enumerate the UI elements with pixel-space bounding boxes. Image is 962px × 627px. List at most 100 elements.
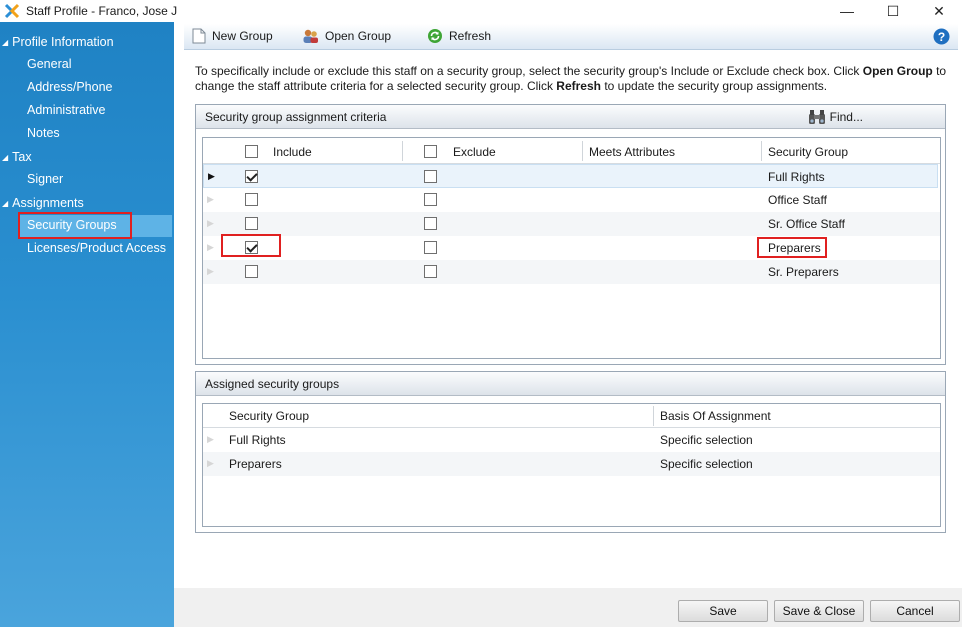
column-header-exclude[interactable]: Exclude: [453, 145, 496, 159]
refresh-label: Refresh: [449, 29, 492, 43]
app-logo-icon: [4, 3, 20, 19]
sidebar-item-address-phone[interactable]: Address/Phone: [27, 80, 112, 94]
cancel-button[interactable]: Cancel: [870, 600, 960, 622]
row-indicator-icon: ▶: [207, 434, 214, 444]
criteria-row[interactable]: ▶ Full Rights: [203, 164, 938, 188]
assigned-panel: Assigned security groups Security Group …: [195, 371, 946, 533]
instructions-part-1: To specifically include or exclude this …: [195, 64, 863, 78]
criteria-row[interactable]: ▶ Sr. Office Staff: [203, 212, 940, 236]
column-separator: [761, 141, 762, 161]
row-indicator-icon: ▶: [207, 242, 214, 252]
column-header-security-group[interactable]: Security Group: [768, 145, 848, 159]
close-icon: ✕: [933, 2, 945, 19]
row-indicator-icon: ▶: [207, 266, 214, 276]
exclude-checkbox[interactable]: [424, 217, 437, 230]
preparers-group-highlight-box: [757, 237, 827, 258]
assigned-group-cell: Full Rights: [229, 433, 286, 447]
open-group-button[interactable]: Open Group: [302, 28, 391, 44]
save-and-close-button[interactable]: Save & Close: [774, 600, 864, 622]
window-controls: — ☐ ✕: [824, 0, 962, 22]
assigned-grid-header: Security Group Basis Of Assignment: [203, 404, 940, 428]
footer: Save Save & Close Cancel: [174, 588, 962, 627]
sidebar-group-label: Assignments: [12, 196, 84, 210]
security-groups-highlight-box: [18, 212, 132, 239]
criteria-row[interactable]: ▶ Office Staff: [203, 188, 940, 212]
criteria-row[interactable]: ▶ Preparers: [203, 236, 940, 260]
sidebar-item-licenses-product-access[interactable]: Licenses/Product Access: [27, 241, 166, 255]
security-group-cell: Sr. Office Staff: [768, 217, 845, 231]
toolbar: New Group Open Group Refresh ?: [184, 24, 958, 50]
instructions-refresh: Refresh: [556, 79, 601, 93]
column-header-meets-attributes[interactable]: Meets Attributes: [589, 145, 675, 159]
column-separator: [402, 141, 403, 161]
new-group-label: New Group: [212, 29, 273, 43]
title-bar: Staff Profile - Franco, Jose J — ☐ ✕: [0, 0, 962, 22]
include-all-checkbox[interactable]: [245, 145, 258, 158]
collapse-triangle-icon: ◢: [2, 152, 9, 162]
row-indicator-icon: ▶: [207, 194, 214, 204]
sidebar-group-profile-information[interactable]: ◢ Profile Information: [0, 35, 114, 49]
include-checkbox[interactable]: [245, 193, 258, 206]
column-separator: [582, 141, 583, 161]
preparers-include-highlight-box: [221, 234, 281, 257]
sidebar-item-notes[interactable]: Notes: [27, 126, 60, 140]
criteria-panel-header: Security group assignment criteria Find.…: [196, 105, 945, 129]
security-group-cell: Office Staff: [768, 193, 827, 207]
criteria-grid: Include Exclude Meets Attributes Securit…: [202, 137, 941, 359]
sidebar-item-administrative[interactable]: Administrative: [27, 103, 106, 117]
window-title: Staff Profile - Franco, Jose J: [26, 4, 178, 18]
new-document-icon: [192, 28, 206, 44]
open-group-icon: [303, 29, 318, 43]
exclude-checkbox[interactable]: [424, 193, 437, 206]
sidebar-group-tax[interactable]: ◢ Tax: [0, 150, 32, 164]
assigned-grid: Security Group Basis Of Assignment ▶ Ful…: [202, 403, 941, 527]
row-indicator-icon: ▶: [207, 458, 214, 468]
refresh-icon: [428, 29, 442, 43]
instructions-open-group: Open Group: [862, 64, 933, 78]
current-row-icon: ▶: [208, 171, 215, 181]
sidebar-group-assignments[interactable]: ◢ Assignments: [0, 196, 84, 210]
minimize-button[interactable]: —: [824, 0, 870, 22]
save-button[interactable]: Save: [678, 600, 768, 622]
new-group-button[interactable]: New Group: [192, 28, 273, 44]
column-header-security-group[interactable]: Security Group: [229, 409, 309, 423]
sidebar-item-general[interactable]: General: [27, 57, 71, 71]
assigned-basis-cell: Specific selection: [660, 433, 753, 447]
assigned-row[interactable]: ▶ Full Rights Specific selection: [203, 428, 940, 452]
criteria-row[interactable]: ▶ Sr. Preparers: [203, 260, 940, 284]
column-separator: [653, 406, 654, 426]
column-header-basis-of-assignment[interactable]: Basis Of Assignment: [660, 409, 771, 423]
exclude-checkbox[interactable]: [424, 241, 437, 254]
assigned-row[interactable]: ▶ Preparers Specific selection: [203, 452, 940, 476]
sidebar: ◢ Profile Information General Address/Ph…: [0, 22, 174, 627]
minimize-icon: —: [840, 3, 854, 19]
instructions-text: To specifically include or exclude this …: [195, 64, 950, 94]
collapse-triangle-icon: ◢: [2, 198, 9, 208]
sidebar-item-signer[interactable]: Signer: [27, 172, 63, 186]
include-checkbox[interactable]: [245, 265, 258, 278]
refresh-button[interactable]: Refresh: [427, 28, 491, 44]
open-group-label: Open Group: [325, 29, 392, 43]
close-button[interactable]: ✕: [916, 0, 962, 22]
help-icon[interactable]: ?: [933, 28, 950, 45]
exclude-checkbox[interactable]: [424, 170, 437, 183]
assigned-group-cell: Preparers: [229, 457, 282, 471]
exclude-checkbox[interactable]: [424, 265, 437, 278]
help-glyph: ?: [938, 30, 945, 44]
security-group-cell: Sr. Preparers: [768, 265, 839, 279]
include-checkbox[interactable]: [245, 217, 258, 230]
exclude-all-checkbox[interactable]: [424, 145, 437, 158]
binoculars-icon: [808, 110, 825, 124]
find-label: Find...: [829, 110, 863, 124]
criteria-panel-title: Security group assignment criteria: [205, 109, 387, 124]
collapse-triangle-icon: ◢: [2, 37, 9, 47]
instructions-part-3: to update the security group assignments…: [600, 79, 828, 93]
assigned-panel-header: Assigned security groups: [196, 372, 945, 396]
find-button[interactable]: Find...: [808, 109, 863, 125]
column-header-include[interactable]: Include: [273, 145, 312, 159]
criteria-panel: Security group assignment criteria Find.…: [195, 104, 946, 365]
assigned-panel-title: Assigned security groups: [205, 376, 340, 391]
include-checkbox[interactable]: [245, 170, 258, 183]
maximize-button[interactable]: ☐: [870, 0, 916, 22]
assigned-basis-cell: Specific selection: [660, 457, 753, 471]
